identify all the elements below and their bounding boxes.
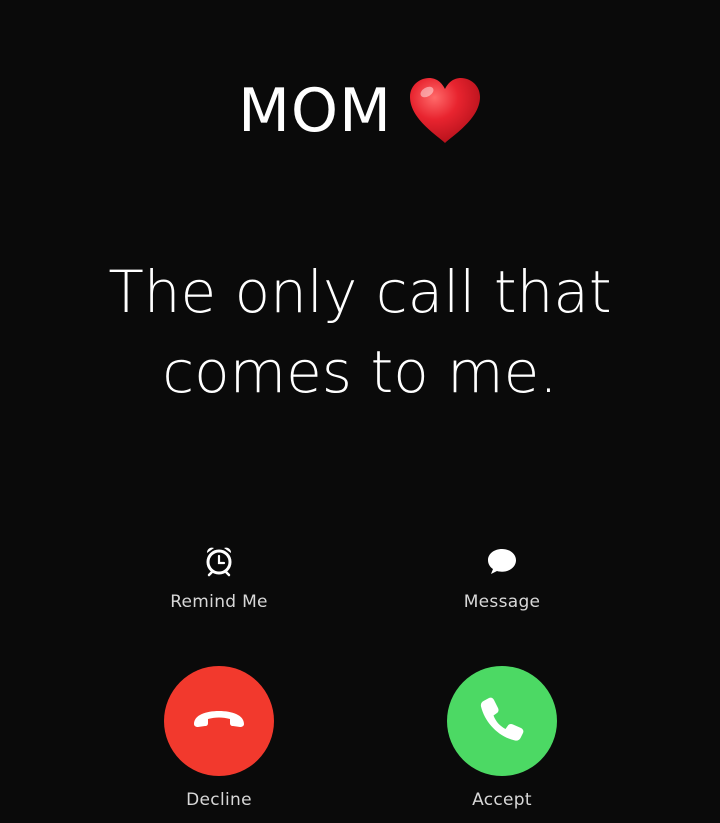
- speech-bubble-icon: [485, 544, 519, 578]
- message-label: Message: [463, 592, 541, 612]
- alarm-clock-icon: [202, 544, 236, 578]
- decline-label: Decline: [186, 790, 252, 810]
- phone-icon: [477, 694, 527, 748]
- caller-name: MOM: [238, 76, 392, 146]
- message-option[interactable]: Message: [402, 544, 602, 612]
- accept-button[interactable]: [447, 666, 557, 776]
- caller-header: MOM: [0, 74, 720, 148]
- tagline-line-2: comes to me.: [162, 338, 558, 406]
- accept-label: Accept: [472, 790, 532, 810]
- remind-me-label: Remind Me: [170, 592, 268, 612]
- tagline: The only call that comes to me.: [0, 252, 720, 412]
- remind-me-option[interactable]: Remind Me: [119, 544, 319, 612]
- phone-hangup-icon: [190, 707, 248, 735]
- decline-button[interactable]: [164, 666, 274, 776]
- red-heart-icon: [408, 77, 482, 145]
- tagline-line-1: The only call that: [108, 258, 612, 326]
